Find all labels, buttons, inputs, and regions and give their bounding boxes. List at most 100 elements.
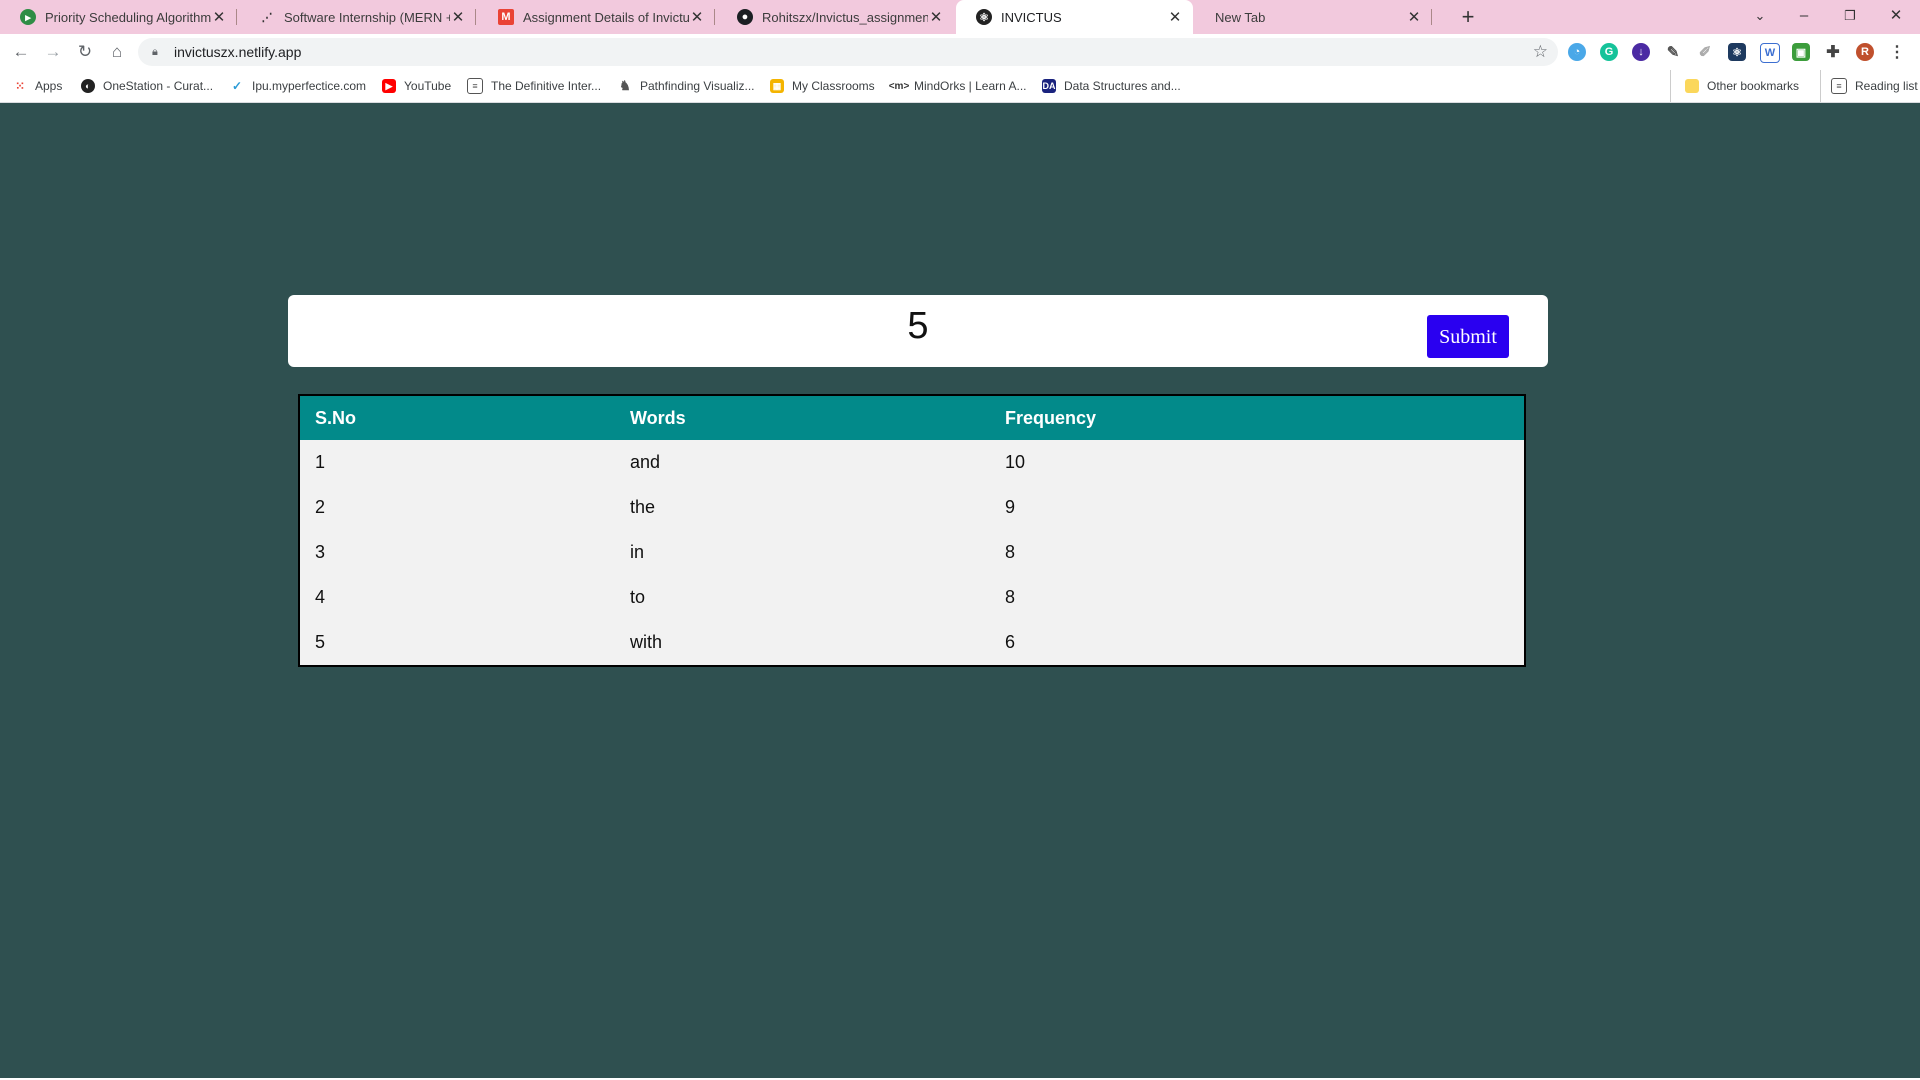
reading-list-label: Reading list: [1855, 79, 1918, 93]
window-close-icon[interactable]: ✕: [1873, 0, 1919, 34]
header-words: Words: [615, 395, 990, 440]
new-tab-plus-icon[interactable]: +: [1455, 4, 1481, 30]
tab-separator: [1431, 9, 1432, 25]
tab-title: Assignment Details of Invictus. -: [523, 9, 689, 25]
tab-title: New Tab: [1215, 9, 1266, 25]
address-bar[interactable]: 🔒︎ invictuszx.netlify.app ☆: [138, 38, 1558, 66]
close-icon[interactable]: ✕: [1167, 8, 1183, 26]
close-icon[interactable]: ✕: [1406, 8, 1422, 26]
gfg-icon: DA: [1042, 79, 1056, 93]
back-arrow-icon[interactable]: ←: [9, 40, 33, 64]
minimize-icon[interactable]: –: [1781, 0, 1827, 34]
header-sno: S.No: [299, 395, 615, 440]
tab-new-tab[interactable]: New Tab ✕: [1195, 0, 1432, 34]
bookmark-youtube[interactable]: ▶ YouTube: [382, 70, 451, 102]
pathfinding-icon: ♞: [619, 78, 631, 93]
extension-icon[interactable]: ◔: [1568, 43, 1586, 61]
tab-strip: ▸ Priority Scheduling Algorithm | C ✕ ⋰ …: [0, 0, 1920, 34]
apps-grid-icon: ⁙: [14, 79, 26, 93]
bookmark-label: My Classrooms: [792, 79, 875, 93]
folder-icon: [1685, 79, 1699, 93]
cell-frequency: 6: [1005, 632, 1016, 652]
bookmark-label: OneStation - Curat...: [103, 79, 214, 93]
tab-invictus[interactable]: ⚛ INVICTUS ✕: [956, 0, 1193, 34]
network-icon: ⋰: [261, 11, 273, 24]
tab-separator: [475, 9, 476, 25]
table-row: 5 with 6: [299, 620, 1525, 666]
cell-frequency: 10: [1005, 452, 1026, 472]
bookmark-onestation[interactable]: ◐ OneStation - Curat...: [81, 70, 213, 102]
home-icon[interactable]: ⌂: [105, 40, 129, 64]
input-card: 5 Submit: [288, 295, 1548, 367]
number-input[interactable]: 5: [288, 305, 1548, 348]
avatar[interactable]: R: [1856, 43, 1874, 61]
github-icon: ●: [737, 9, 753, 25]
table-row: 3 in 8: [299, 530, 1525, 575]
youtube-icon: ▶: [382, 79, 396, 93]
bookmark-pathfinding[interactable]: ♞ Pathfinding Visualiz...: [618, 70, 755, 102]
tab-title: INVICTUS: [1001, 9, 1062, 25]
doc-icon: ≡: [467, 78, 483, 94]
table-row: 2 the 9: [299, 485, 1525, 530]
w-extension-icon[interactable]: W: [1760, 43, 1780, 63]
tab-separator: [236, 9, 237, 25]
bookmark-other[interactable]: Other bookmarks: [1670, 70, 1799, 102]
cell-word: with: [630, 632, 663, 652]
grammarly-icon[interactable]: G: [1600, 43, 1618, 61]
puzzle-extensions-icon[interactable]: ✚: [1824, 43, 1842, 61]
bookmark-classrooms[interactable]: ▦ My Classrooms: [770, 70, 875, 102]
bookmark-reading-list[interactable]: ≡ Reading list: [1820, 70, 1918, 102]
close-icon[interactable]: ✕: [211, 8, 227, 26]
header-frequency: Frequency: [990, 395, 1525, 440]
download-extension-icon[interactable]: ↓: [1632, 43, 1650, 61]
tab-priority-scheduling[interactable]: ▸ Priority Scheduling Algorithm | C ✕: [0, 0, 237, 34]
reload-icon[interactable]: ↻: [73, 40, 97, 64]
tab-software-internship[interactable]: ⋰ Software Internship (MERN + Re ✕: [239, 0, 476, 34]
cell-sno: 2: [315, 497, 326, 517]
bookmark-label: The Definitive Inter...: [491, 79, 602, 93]
onestation-icon: ◐: [81, 79, 95, 93]
bookmark-data-structures[interactable]: DA Data Structures and...: [1042, 70, 1181, 102]
tab-github-repo[interactable]: ● Rohitszx/Invictus_assignment ✕: [717, 0, 954, 34]
pen-icon[interactable]: ✐: [1696, 43, 1714, 61]
bookmark-perfectice[interactable]: ✓ Ipu.myperfectice.com: [230, 70, 366, 102]
cell-word: the: [630, 497, 656, 517]
tab-title: Rohitszx/Invictus_assignment: [762, 9, 928, 25]
close-icon[interactable]: ✕: [928, 8, 944, 26]
submit-button[interactable]: Submit: [1427, 315, 1509, 358]
tab-assignment-details[interactable]: M Assignment Details of Invictus. - ✕: [478, 0, 715, 34]
cell-word: and: [630, 452, 661, 472]
browser-toolbar: ← → ↻ ⌂ 🔒︎ invictuszx.netlify.app ☆ ◔ G …: [0, 34, 1920, 70]
bookmark-star-icon[interactable]: ☆: [1533, 42, 1548, 62]
cell-sno: 1: [315, 452, 326, 472]
react-devtools-icon[interactable]: ⚛: [1728, 43, 1746, 61]
lock-icon: 🔒︎: [152, 45, 158, 58]
close-icon[interactable]: ✕: [689, 8, 705, 26]
classroom-icon: ▦: [770, 79, 784, 93]
table-header-row: S.No Words Frequency: [299, 395, 1525, 440]
bookmark-label: Ipu.myperfectice.com: [252, 79, 367, 93]
cell-frequency: 8: [1005, 587, 1016, 607]
bookmarks-bar: ⁙ Apps ◐ OneStation - Curat... ✓ Ipu.myp…: [0, 70, 1920, 103]
bookmark-label: Pathfinding Visualiz...: [640, 79, 755, 93]
bookmark-mindorks[interactable]: <m> MindOrks | Learn A...: [889, 70, 1027, 102]
tab-title: Software Internship (MERN + Re: [284, 9, 450, 25]
restore-icon[interactable]: ❐: [1827, 0, 1873, 34]
tab-title: Priority Scheduling Algorithm | C: [45, 9, 211, 25]
cell-sno: 3: [315, 542, 326, 562]
menu-kebab-icon[interactable]: ⋮: [1888, 43, 1906, 61]
gmail-icon: M: [498, 9, 514, 25]
cell-word: in: [630, 542, 645, 562]
tab-search-icon[interactable]: ⌄: [1737, 0, 1783, 34]
forward-arrow-icon[interactable]: →: [41, 40, 65, 64]
other-bookmarks-label: Other bookmarks: [1707, 79, 1800, 93]
bookmark-definitive[interactable]: ≡ The Definitive Inter...: [467, 70, 601, 102]
bookmark-apps[interactable]: ⁙ Apps: [13, 70, 62, 102]
bookmark-label: MindOrks | Learn A...: [914, 79, 1027, 93]
react-icon: ⚛: [976, 9, 992, 25]
edit-icon[interactable]: ✎: [1664, 43, 1682, 61]
cell-frequency: 9: [1005, 497, 1016, 517]
green-extension-icon[interactable]: ▣: [1792, 43, 1810, 61]
close-icon[interactable]: ✕: [450, 8, 466, 26]
table-row: 1 and 10: [299, 440, 1525, 485]
